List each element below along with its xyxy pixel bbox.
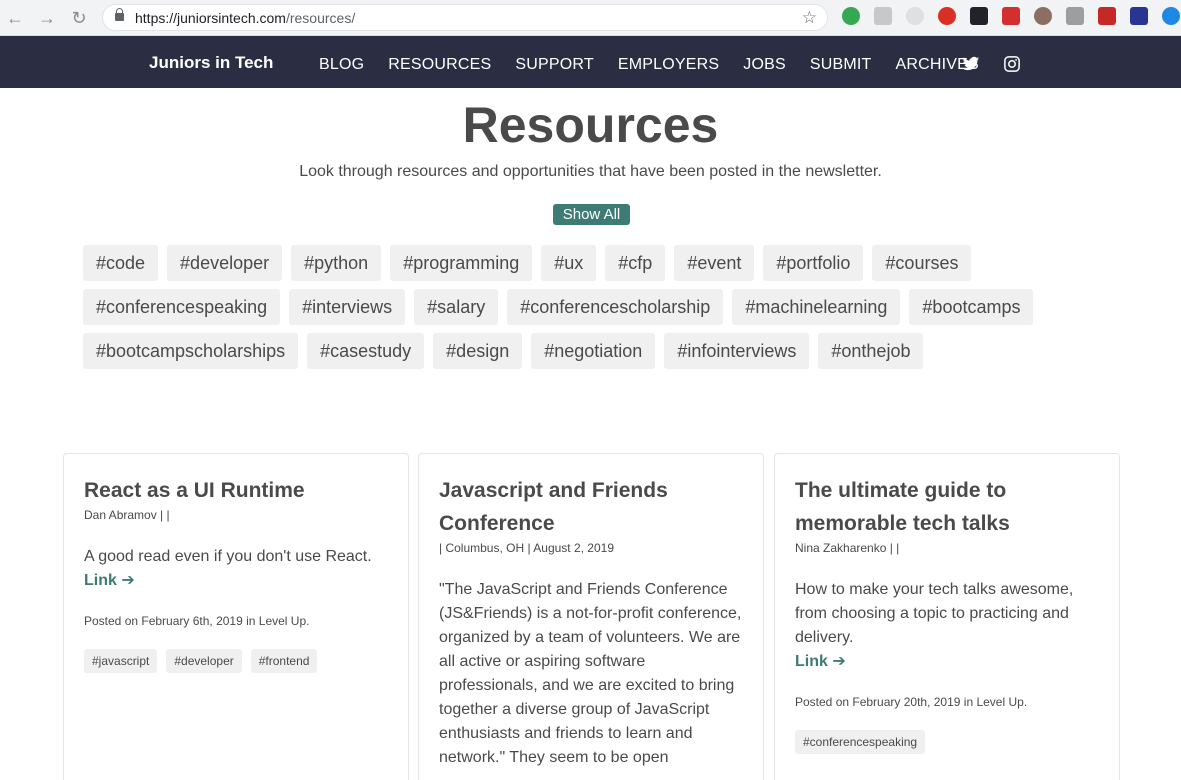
card-meta: Dan Abramov | | [84,508,170,522]
main-menu: BLOG RESOURCES SUPPORT EMPLOYERS JOBS SU… [319,56,1003,74]
tag-filter-button[interactable]: #courses [872,245,972,281]
card-description: How to make your tech talks awesome, fro… [795,581,1074,646]
tag-filter-button[interactable]: #conferencescholarship [507,289,724,325]
tag-filter-button[interactable]: #event [674,245,755,281]
menu-item-jobs[interactable]: JOBS [743,56,786,74]
tag-filter-button[interactable]: #code [83,245,159,281]
url-text: https://juniorsintech.com/resources/ [135,10,356,26]
menu-item-submit[interactable]: SUBMIT [810,56,872,74]
page-title: Resources [462,97,719,153]
extension-icon[interactable] [1130,7,1148,25]
tag-filter-button[interactable]: #python [291,245,382,281]
card-description: A good read even if you don't use React. [84,548,372,565]
site-navbar: Juniors in Tech BLOG RESOURCES SUPPORT E… [0,36,1181,88]
extension-icon[interactable] [1034,7,1052,25]
reload-icon[interactable]: ↻ [68,7,90,29]
extension-icon[interactable] [874,7,892,25]
menu-item-employers[interactable]: EMPLOYERS [618,56,719,74]
star-icon[interactable]: ☆ [802,8,817,28]
card-link[interactable]: Link ➔ [795,650,1101,674]
forward-arrow-icon[interactable]: → [36,7,58,29]
tag-filter-button[interactable]: #design [433,333,523,369]
tag-filter-button[interactable]: #machinelearning [732,289,901,325]
twitter-icon[interactable] [962,55,980,73]
back-arrow-icon[interactable]: ← [4,7,26,29]
tag-filter-button[interactable]: #bootcampscholarships [83,333,299,369]
card-tag[interactable]: #frontend [250,649,318,673]
tag-filter-button[interactable]: #developer [167,245,283,281]
tag-filter-button[interactable]: #programming [390,245,533,281]
tag-filter-button[interactable]: #bootcamps [909,289,1034,325]
extension-icon[interactable] [1098,7,1116,25]
tag-filter-button[interactable]: #portfolio [763,245,864,281]
tag-row: #bootcampscholarships #casestudy #design… [83,333,1103,369]
tag-filter-button[interactable]: #cfp [605,245,666,281]
tag-filter-button[interactable]: #negotiation [531,333,656,369]
card-meta: Nina Zakharenko | | [795,541,900,555]
extension-icon[interactable] [1162,7,1180,25]
browser-toolbar: ← → ↻ https://juniorsintech.com/resource… [0,0,1181,36]
page-subtitle: Look through resources and opportunities… [299,163,882,180]
card-tag[interactable]: #developer [166,649,242,673]
tag-filter-button[interactable]: #ux [541,245,597,281]
extension-icon[interactable] [970,7,988,25]
card-tag-list: #conferencespeaking [795,730,1101,754]
card-link[interactable]: Link ➔ [84,569,390,593]
tag-row: #code #developer #python #programming #u… [83,245,1103,281]
card-tag[interactable]: #javascript [84,649,158,673]
card-posted-date: Posted on February 20th, 2019 in Level U… [795,695,1028,709]
tag-filter-button[interactable]: #interviews [289,289,406,325]
card-tag-list: #javascript #developer #frontend [84,649,390,673]
tag-filter-button[interactable]: #onthejob [818,333,924,369]
tag-row: #conferencespeaking #interviews #salary … [83,289,1103,325]
card-description: "The JavaScript and Friends Conference (… [439,581,742,766]
address-bar[interactable]: https://juniorsintech.com/resources/ ☆ [102,4,828,31]
instagram-icon[interactable] [1003,55,1021,73]
menu-item-resources[interactable]: RESOURCES [388,56,491,74]
tag-filter-button[interactable]: #salary [414,289,499,325]
resource-card: React as a UI Runtime Dan Abramov | | A … [63,453,409,780]
tag-filter-button[interactable]: #casestudy [307,333,425,369]
extension-icon[interactable] [842,7,860,25]
tag-filter-button[interactable]: #conferencespeaking [83,289,281,325]
card-title[interactable]: Javascript and Friends Conference [439,474,745,540]
menu-item-support[interactable]: SUPPORT [515,56,593,74]
menu-item-blog[interactable]: BLOG [319,56,364,74]
card-title[interactable]: The ultimate guide to memorable tech tal… [795,474,1101,540]
site-brand[interactable]: Juniors in Tech [149,53,273,73]
resource-card: The ultimate guide to memorable tech tal… [774,453,1120,780]
resource-card: Javascript and Friends Conference | Colu… [418,453,764,780]
tag-filter-button[interactable]: #infointerviews [664,333,810,369]
extension-icon[interactable] [1002,7,1020,25]
lock-icon [115,8,124,21]
card-tag[interactable]: #conferencespeaking [795,730,926,754]
extension-icon[interactable] [1066,7,1084,25]
tag-filter-list: #code #developer #python #programming #u… [83,245,1103,377]
card-meta: | Columbus, OH | August 2, 2019 [439,541,614,555]
card-title[interactable]: React as a UI Runtime [84,474,390,507]
card-posted-date: Posted on February 6th, 2019 in Level Up… [84,614,310,628]
extension-icon[interactable] [906,7,924,25]
show-all-button[interactable]: Show All [553,204,630,225]
extension-icon[interactable] [938,7,956,25]
